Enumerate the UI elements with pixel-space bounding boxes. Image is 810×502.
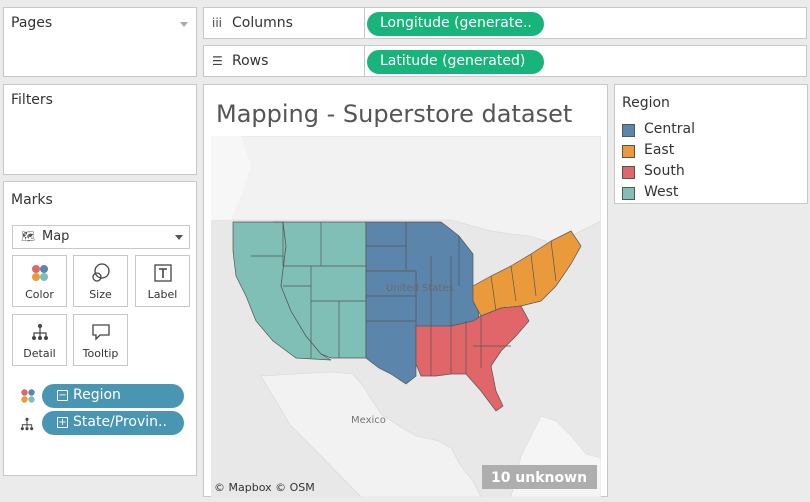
unknown-badge[interactable]: 10 unknown: [491, 470, 587, 486]
marks-title: Marks: [11, 192, 53, 208]
size-label: Size: [89, 288, 112, 301]
legend-swatch: [622, 145, 635, 158]
longitude-pill[interactable]: Longitude (generate..: [367, 12, 544, 36]
filters-title: Filters: [11, 92, 53, 108]
state-field-pill[interactable]: + State/Provin..: [42, 411, 184, 435]
worksheet-view: Mapping - Superstore dataset United Stat…: [203, 84, 608, 497]
columns-icon: iii: [212, 16, 223, 30]
rows-icon: ☰: [212, 54, 223, 68]
map-attribution[interactable]: © Mapbox © OSM: [214, 481, 315, 494]
worksheet-title: Mapping - Superstore dataset: [216, 100, 573, 128]
legend-swatch: [622, 124, 635, 137]
map-view[interactable]: United States Mexico © Mapbox © OSM 10 u…: [211, 136, 601, 497]
columns-shelf[interactable]: iii Columns Longitude (generate..: [203, 7, 807, 39]
pages-card[interactable]: Pages: [3, 7, 197, 77]
shelf-divider: [364, 8, 365, 38]
region-legend: Region Central East South West: [614, 84, 808, 204]
shelf-divider: [364, 46, 365, 76]
chevron-down-icon[interactable]: [180, 22, 188, 27]
size-icon: [74, 262, 127, 284]
detail-button[interactable]: Detail: [12, 314, 67, 366]
rows-label: Rows: [232, 53, 269, 69]
chevron-down-icon: [175, 235, 183, 240]
collapse-icon[interactable]: −: [57, 390, 68, 401]
marks-card: Marks 🗺 Map Color Size Label Detail Tool…: [3, 181, 197, 476]
color-button[interactable]: Color: [12, 255, 67, 307]
region-field-pill[interactable]: − Region: [42, 384, 184, 408]
color-label: Color: [25, 288, 54, 301]
detail-encoding-icon: [20, 416, 34, 435]
longitude-pill-label: Longitude (generate..: [380, 15, 532, 31]
legend-title: Region: [622, 95, 670, 111]
columns-label: Columns: [232, 15, 293, 31]
latitude-pill-label: Latitude (generated): [380, 53, 526, 69]
filters-card[interactable]: Filters: [3, 84, 197, 175]
expand-icon[interactable]: +: [57, 417, 68, 428]
text-label-icon: [136, 262, 189, 284]
label-label: Label: [147, 288, 178, 301]
legend-swatch: [622, 166, 635, 179]
color-icon: [13, 262, 66, 284]
legend-label: West: [644, 184, 679, 200]
legend-label: Central: [644, 121, 695, 137]
color-encoding-icon: [20, 388, 36, 408]
state-pill-label: State/Provin..: [73, 414, 167, 430]
tooltip-icon: [74, 321, 127, 343]
pages-title: Pages: [11, 15, 53, 31]
size-button[interactable]: Size: [73, 255, 128, 307]
rows-shelf[interactable]: ☰ Rows Latitude (generated): [203, 45, 807, 77]
country-label: United States: [386, 283, 454, 294]
mark-type-label: Map: [42, 229, 70, 244]
latitude-pill[interactable]: Latitude (generated): [367, 50, 544, 74]
map-icon: 🗺: [21, 230, 35, 243]
tooltip-label: Tooltip: [82, 347, 119, 360]
detail-icon: [13, 321, 66, 343]
region-pill-label: Region: [73, 387, 121, 403]
mark-type-dropdown[interactable]: 🗺 Map: [12, 225, 190, 249]
legend-swatch: [622, 187, 635, 200]
legend-label: South: [644, 163, 685, 179]
label-button[interactable]: Label: [135, 255, 190, 307]
legend-label: East: [644, 142, 675, 158]
detail-label: Detail: [23, 347, 56, 360]
tooltip-button[interactable]: Tooltip: [73, 314, 128, 366]
country-label: Mexico: [351, 415, 386, 426]
